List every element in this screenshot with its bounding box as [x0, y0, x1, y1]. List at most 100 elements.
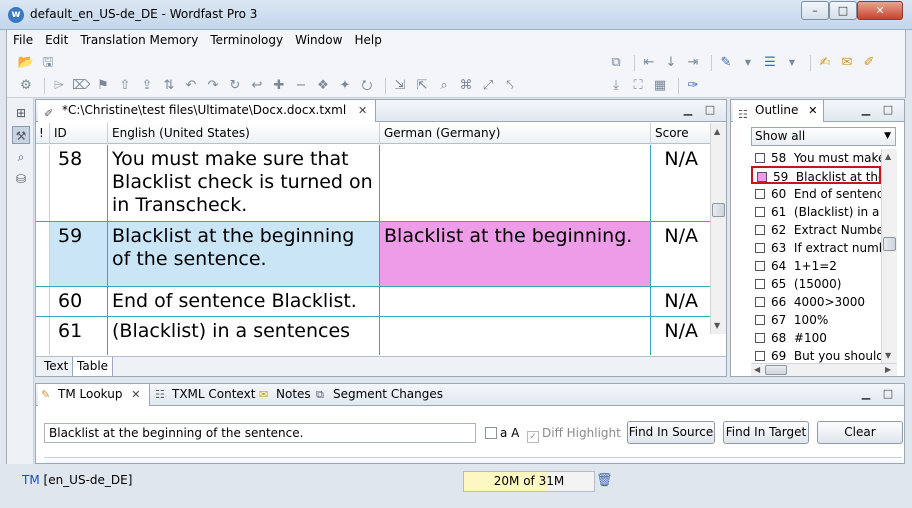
target-cell[interactable]: Blacklist at the beginning.: [380, 222, 651, 286]
note-edit-icon[interactable]: ✍: [816, 54, 834, 72]
find-icon[interactable]: ⌕: [435, 77, 453, 95]
column-header-target[interactable]: German (Germany): [380, 123, 651, 144]
tab-segment-changes[interactable]: ⧉ Segment Changes: [313, 384, 443, 406]
tab-text-view[interactable]: Text: [40, 357, 72, 377]
list-item[interactable]: 66 4000>3000: [751, 293, 881, 311]
jump-icon[interactable]: ⤣: [501, 77, 519, 95]
list-item[interactable]: 61 (Blacklist) in a sentences: [751, 203, 881, 221]
panel-minimize-icon[interactable]: ▁: [859, 103, 873, 117]
target-cell[interactable]: [380, 317, 651, 355]
split-view-icon[interactable]: ☰: [761, 54, 779, 72]
note-delete-icon[interactable]: ✐: [860, 54, 878, 72]
source-cell[interactable]: End of sentence Blacklist.: [108, 287, 380, 316]
first-segment-icon[interactable]: ⇤: [640, 54, 658, 72]
tab-notes[interactable]: ✉ Notes: [256, 384, 311, 406]
list-item-selected[interactable]: 59 Blacklist at the beginning: [751, 166, 881, 184]
grid-icon[interactable]: ▦: [651, 77, 669, 95]
menu-translation-memory[interactable]: Translation Memory: [74, 30, 204, 50]
checkbox-box[interactable]: [485, 427, 497, 439]
merge-icon[interactable]: ⭮: [358, 77, 376, 95]
database-icon[interactable]: ⛁: [12, 170, 30, 188]
tab-txml-context[interactable]: ☷ TXML Context: [152, 384, 255, 406]
back-icon[interactable]: ↩: [248, 77, 266, 95]
find-in-source-button[interactable]: Find In Source: [627, 421, 715, 444]
scroll-right-icon[interactable]: ▶: [885, 365, 891, 374]
outline-tab[interactable]: ☷ Outline ✕: [733, 100, 825, 122]
panel-maximize-icon[interactable]: □: [881, 387, 895, 401]
source-cell[interactable]: Blacklist at the beginning of the senten…: [108, 222, 380, 286]
list-item[interactable]: 67 100%: [751, 311, 881, 329]
new-view-icon[interactable]: ⊞: [12, 104, 30, 122]
close-button[interactable]: ✕: [857, 1, 903, 20]
close-tab-icon[interactable]: ✕: [131, 388, 140, 401]
note-add-icon[interactable]: ✉: [838, 54, 856, 72]
close-tab-icon[interactable]: ✕: [808, 104, 817, 117]
redo-icon[interactable]: ↷: [204, 77, 222, 95]
table-row[interactable]: 58 You must make sure that Blacklist che…: [36, 145, 710, 222]
close-tab-icon[interactable]: ✕: [358, 104, 367, 117]
source-cell[interactable]: (Blacklist) in a sentences: [108, 317, 380, 355]
table-row[interactable]: 61 (Blacklist) in a sentences N/A: [36, 317, 710, 355]
panel-minimize-icon[interactable]: ▁: [681, 103, 695, 117]
fit-icon[interactable]: ⛶: [629, 77, 647, 95]
menu-terminology[interactable]: Terminology: [204, 30, 289, 50]
undo-icon[interactable]: ↶: [182, 77, 200, 95]
expand-segment-icon[interactable]: ⇲: [391, 77, 409, 95]
table-row-active[interactable]: 59 Blacklist at the beginning of the sen…: [36, 222, 710, 287]
editor-vertical-scrollbar[interactable]: ▲ ▼: [710, 123, 726, 334]
panel-maximize-icon[interactable]: □: [703, 103, 717, 117]
add-icon[interactable]: ✚: [270, 77, 288, 95]
bookmark-icon[interactable]: ⚑: [94, 77, 112, 95]
scroll-left-icon[interactable]: ◀: [754, 365, 760, 374]
menu-file[interactable]: File: [7, 30, 39, 50]
open-folder-icon[interactable]: 📂: [17, 54, 35, 72]
shrink-segment-icon[interactable]: ⇱: [413, 77, 431, 95]
scroll-down-icon[interactable]: ▼: [714, 321, 720, 330]
column-header-mark[interactable]: !: [36, 123, 50, 144]
chevron-down-icon[interactable]: ▼: [783, 54, 801, 72]
status-tm-pair[interactable]: TM [en_US-de_DE]: [22, 473, 132, 487]
scroll-down-icon[interactable]: ▼: [885, 351, 891, 360]
list-item[interactable]: 63 If extract numbers: [751, 239, 881, 257]
column-header-id[interactable]: ID: [50, 123, 108, 144]
sort-icon[interactable]: ⇅: [160, 77, 178, 95]
menu-edit[interactable]: Edit: [39, 30, 74, 50]
panel-minimize-icon[interactable]: ▁: [859, 387, 873, 401]
column-header-score[interactable]: Score: [651, 123, 710, 144]
move-up-icon[interactable]: ⇧: [116, 77, 134, 95]
panel-maximize-icon[interactable]: □: [881, 103, 895, 117]
tab-tm-lookup[interactable]: ✎ TM Lookup ✕: [38, 384, 150, 406]
outline-vertical-scrollbar[interactable]: ▲ ▼: [881, 149, 897, 363]
table-row[interactable]: 60 End of sentence Blacklist. N/A: [36, 287, 710, 317]
chevron-down-icon[interactable]: ▼: [739, 54, 757, 72]
outline-scroll-thumb[interactable]: [883, 237, 896, 251]
editor-scroll-thumb[interactable]: [712, 203, 725, 217]
copy-source-icon[interactable]: ⧉: [607, 54, 625, 72]
navigate-icon[interactable]: ⤢: [479, 77, 497, 95]
outline-filter-select[interactable]: Show all ▼: [751, 127, 896, 146]
save-icon[interactable]: 🖫: [39, 54, 57, 72]
outline-hscroll-thumb[interactable]: [765, 365, 787, 375]
search-icon[interactable]: ⌕: [12, 148, 30, 166]
match-case-checkbox[interactable]: a A: [485, 426, 519, 440]
column-header-source[interactable]: English (United States): [108, 123, 380, 144]
list-item[interactable]: 58 You must make sure: [751, 149, 881, 167]
placeable-icon[interactable]: ⌦: [72, 77, 90, 95]
target-cell[interactable]: [380, 287, 651, 316]
list-item[interactable]: 60 End of sentence Blacklist.: [751, 185, 881, 203]
settings-gear-icon[interactable]: ⚙: [17, 77, 35, 95]
trash-icon[interactable]: 🗑: [596, 473, 613, 489]
tag-icon[interactable]: ⌲: [50, 77, 68, 95]
target-cell[interactable]: [380, 145, 651, 221]
find-in-target-button[interactable]: Find In Target: [723, 421, 809, 444]
list-item[interactable]: 65 (15000): [751, 275, 881, 293]
list-item[interactable]: 62 Extract Numbers: [751, 221, 881, 239]
scroll-up-icon[interactable]: ▲: [885, 152, 891, 161]
edit-icon[interactable]: ✑: [684, 77, 702, 95]
clear-button[interactable]: Clear: [817, 421, 903, 444]
remove-icon[interactable]: −: [292, 77, 310, 95]
download-icon[interactable]: ⤓: [607, 77, 625, 95]
checkbox-box[interactable]: ✓: [527, 431, 539, 443]
outline-horizontal-scrollbar[interactable]: ◀ ▶: [751, 363, 897, 376]
scroll-up-icon[interactable]: ▲: [714, 127, 720, 136]
